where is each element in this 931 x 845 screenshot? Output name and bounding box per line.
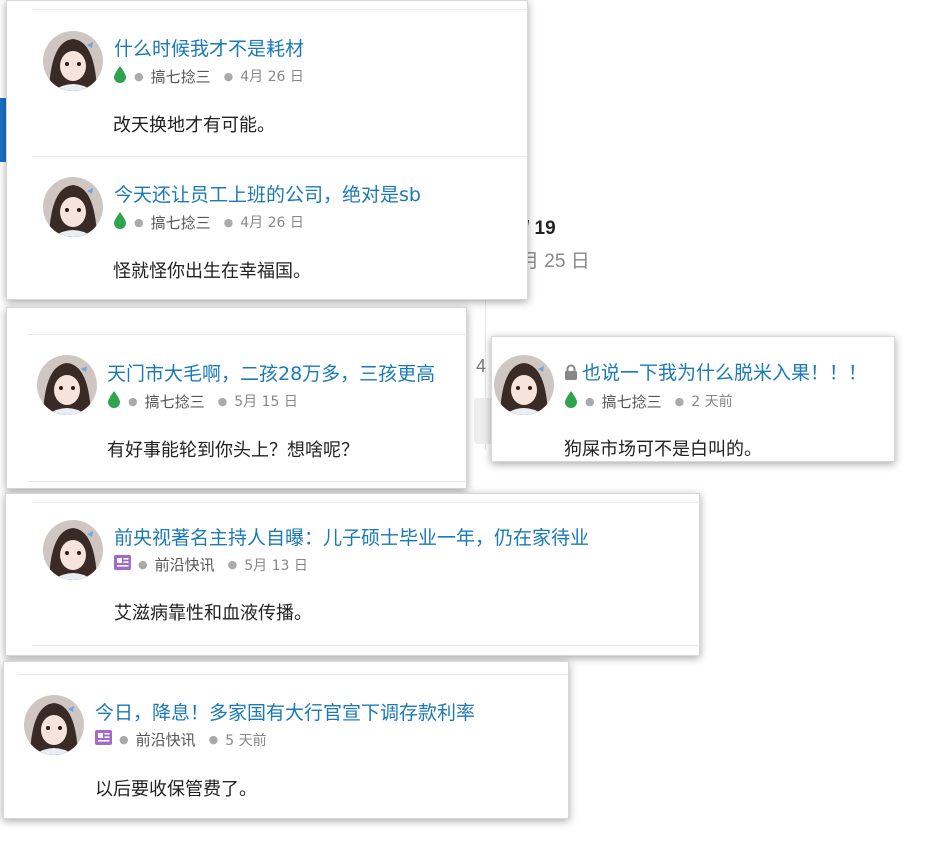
drop-icon — [113, 65, 127, 87]
category-link[interactable]: 搞七捻三 — [151, 66, 211, 87]
preview-card-4: 前央视著名主持人自曝：儿子硕士毕业一年，仍在家待业 ● 前沿快讯 ● 5月 13… — [5, 493, 700, 656]
user-avatar[interactable] — [24, 695, 84, 755]
post-date: 4月 26 日 — [240, 215, 304, 231]
lock-icon — [564, 363, 578, 385]
news-icon — [114, 555, 131, 574]
post-excerpt: 以后要收保管费了。 — [95, 779, 257, 800]
drop-icon — [564, 390, 578, 412]
category-link[interactable]: 搞七捻三 — [151, 212, 211, 233]
post-meta: ● 搞七捻三 ● 2 天前 — [564, 390, 733, 412]
post-title-link[interactable]: 什么时候我才不是耗材 — [114, 34, 304, 61]
post-title-link[interactable]: 也说一下我为什么脱米入果！！！ — [564, 358, 867, 385]
preview-card-5: 今日，降息！多家国有大行官宣下调存款利率 ● 前沿快讯 ● 5 天前 以后要收保… — [3, 661, 569, 819]
post-meta: ● 搞七捻三 ● 5月 15 日 — [107, 390, 298, 412]
post-meta: ● 前沿快讯 ● 5月 13 日 — [114, 554, 308, 575]
post-date: 4月 26 日 — [240, 69, 304, 85]
category-link[interactable]: 前沿快讯 — [155, 554, 215, 575]
background-date: 月 25 日 — [520, 251, 590, 272]
category-link[interactable]: 搞七捻三 — [145, 391, 205, 412]
news-icon — [95, 730, 112, 749]
user-avatar[interactable] — [494, 355, 554, 415]
post-title-link[interactable]: 前央视著名主持人自曝：儿子硕士毕业一年，仍在家待业 — [114, 523, 589, 550]
post-date: 5 天前 — [225, 732, 267, 749]
post-meta: ● 前沿快讯 ● 5 天前 — [95, 729, 267, 750]
post-date: 5月 15 日 — [234, 394, 298, 410]
user-avatar[interactable] — [43, 520, 103, 580]
user-avatar[interactable] — [37, 355, 97, 415]
post-excerpt: 狗屎市场可不是白叫的。 — [564, 439, 762, 460]
post-title-link[interactable]: 天门市大毛啊，二孩28万多，三孩更高 — [107, 359, 435, 386]
post-meta: ● 搞七捻三 ● 4月 26 日 — [113, 211, 304, 233]
user-avatar[interactable] — [43, 31, 103, 91]
post-title-link[interactable]: 今日，降息！多家国有大行官宣下调存款利率 — [95, 698, 475, 725]
user-avatar[interactable] — [43, 177, 103, 237]
post-date: 5月 13 日 — [244, 557, 308, 574]
background-page-counter: / 19 — [524, 218, 556, 239]
category-link[interactable]: 搞七捻三 — [602, 391, 662, 412]
preview-card-1: 什么时候我才不是耗材 ● 搞七捻三 ● 4月 26 日 改天换地才有可能。 今天… — [6, 0, 528, 300]
background-number: 4 — [476, 356, 487, 376]
post-excerpt: 怪就怪你出生在幸福国。 — [113, 261, 311, 282]
preview-card-2: 天门市大毛啊，二孩28万多，三孩更高 ● 搞七捻三 ● 5月 15 日 有好事能… — [6, 307, 467, 489]
post-excerpt: 有好事能轮到你头上？想啥呢？ — [107, 440, 359, 461]
post-meta: ● 搞七捻三 ● 4月 26 日 — [113, 65, 304, 87]
drop-icon — [113, 211, 127, 233]
post-date: 2 天前 — [691, 394, 733, 410]
post-excerpt: 改天换地才有可能。 — [113, 115, 275, 136]
drop-icon — [107, 390, 121, 412]
category-link[interactable]: 前沿快讯 — [136, 729, 196, 750]
post-title-link[interactable]: 今天还让员工上班的公司，绝对是sb — [114, 180, 421, 207]
post-excerpt: 艾滋病靠性和血液传播。 — [114, 603, 312, 624]
preview-card-3: 也说一下我为什么脱米入果！！！ ● 搞七捻三 ● 2 天前 狗屎市场可不是白叫的… — [491, 336, 895, 462]
